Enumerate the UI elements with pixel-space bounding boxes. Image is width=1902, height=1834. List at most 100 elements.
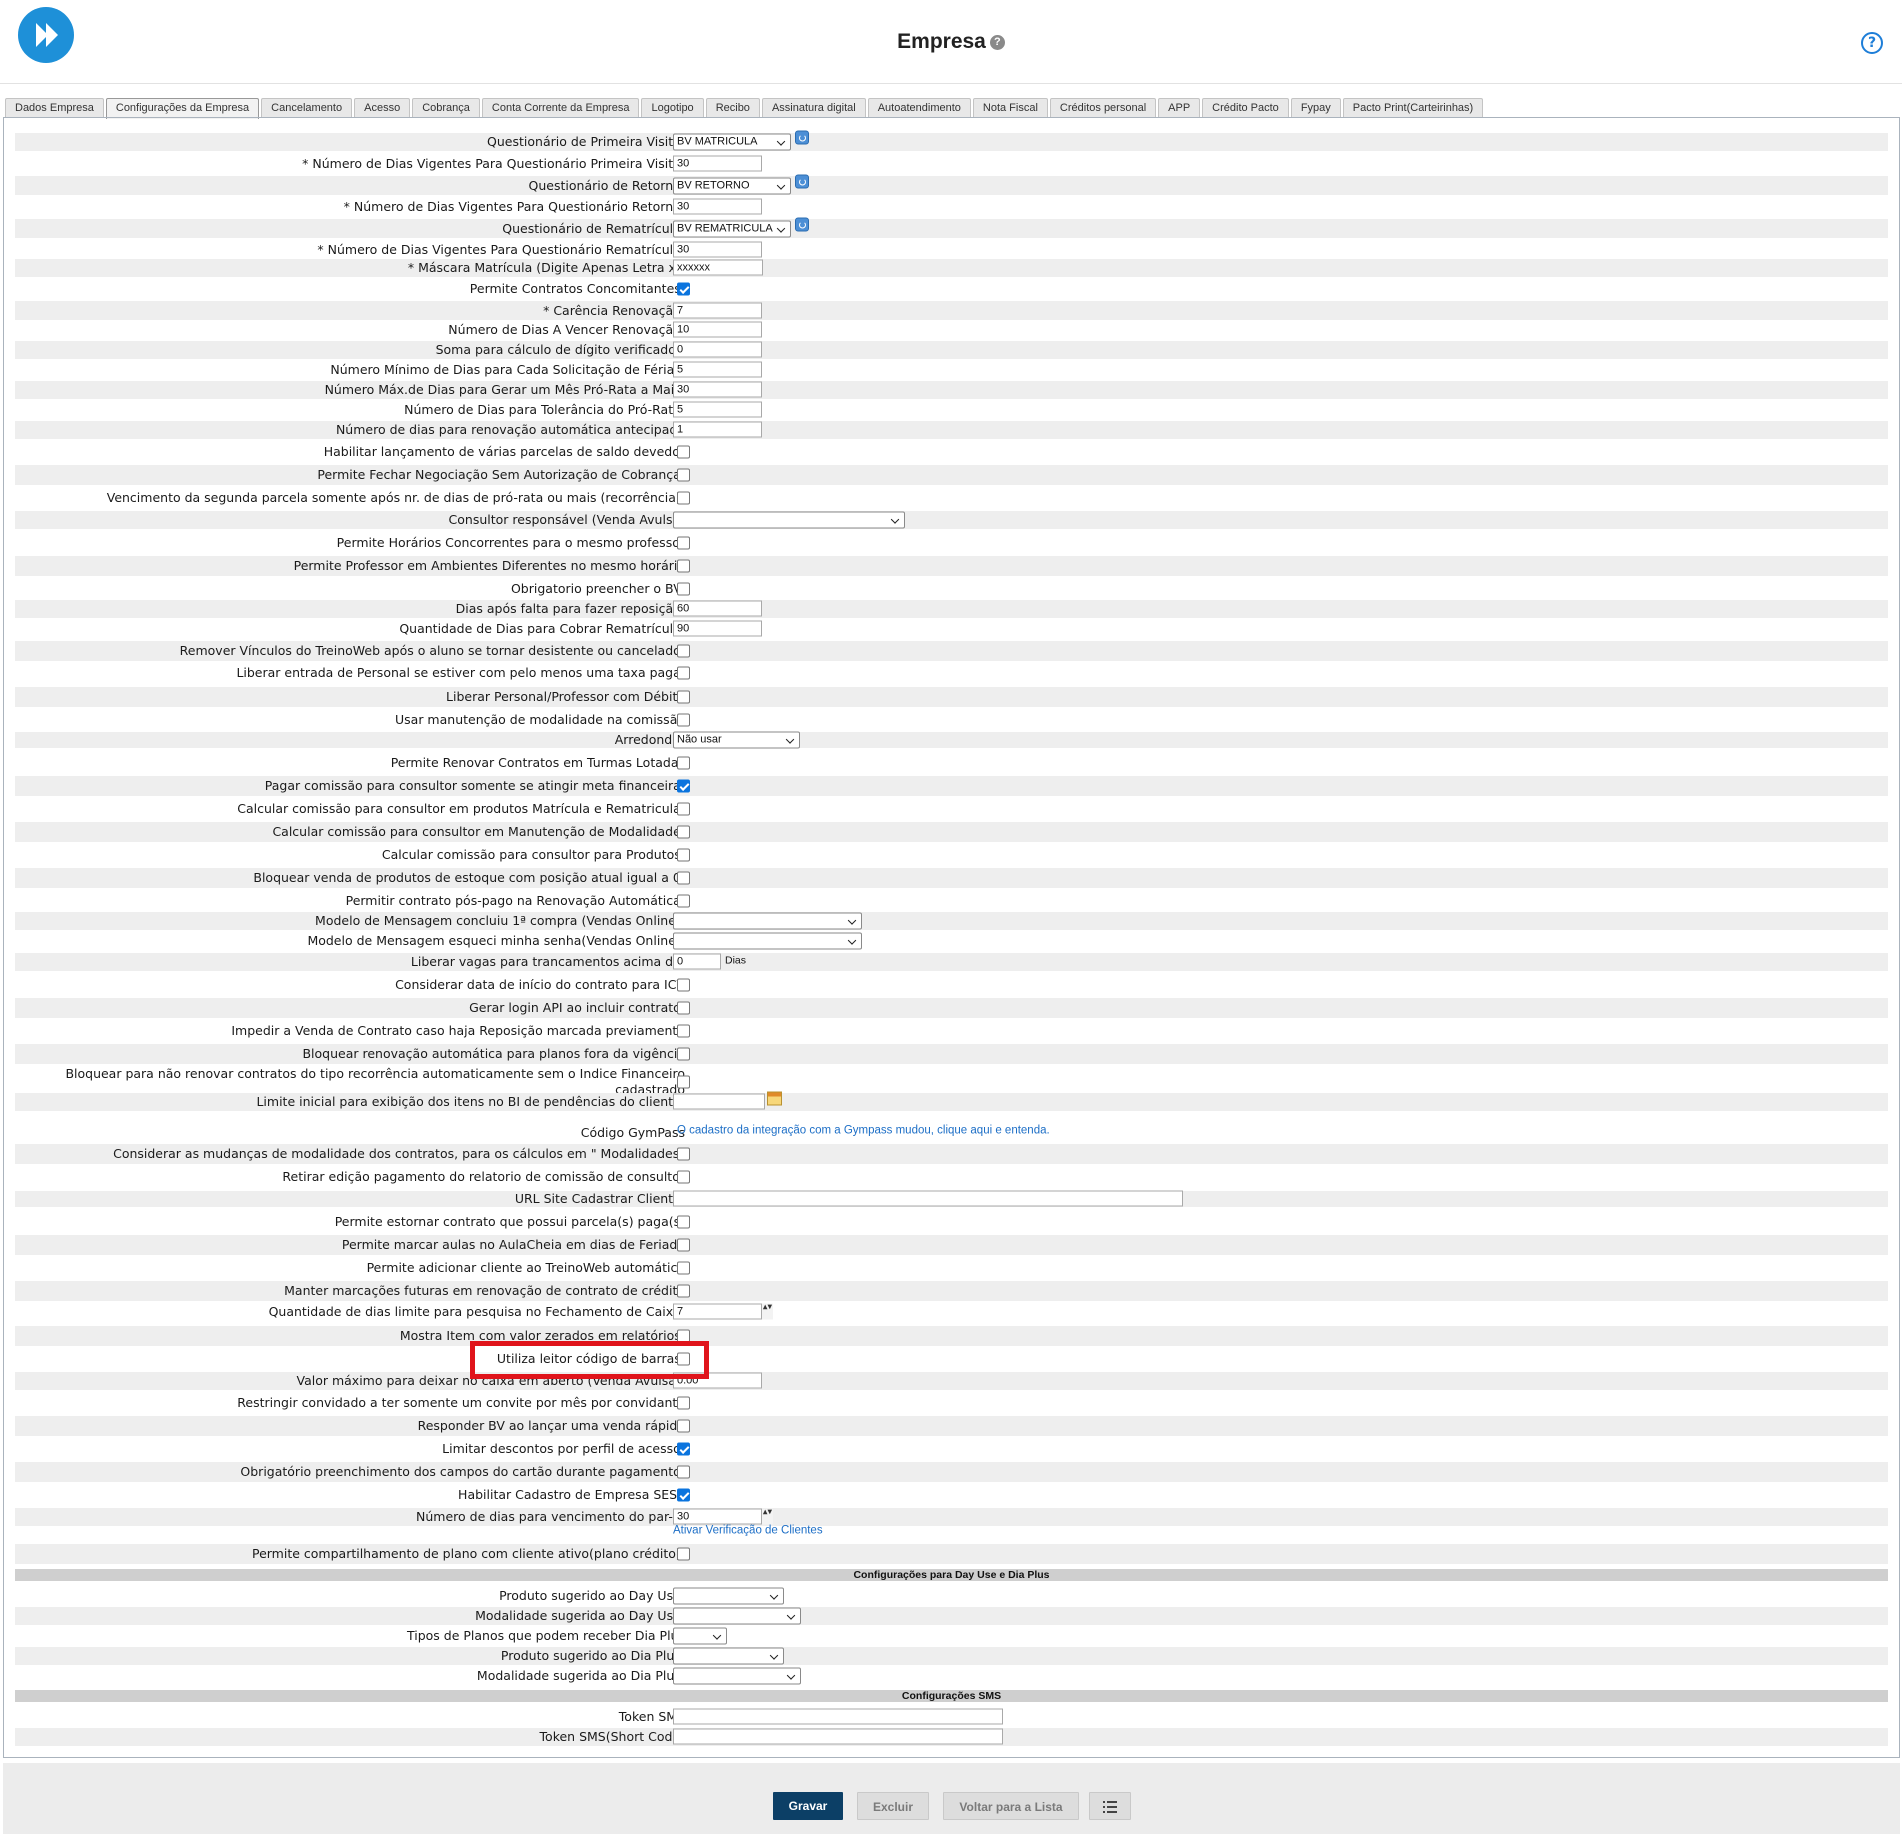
setting-checkbox[interactable] (677, 1442, 690, 1456)
setting-input[interactable]: 0 (673, 953, 721, 970)
setting-checkbox[interactable] (677, 1547, 690, 1561)
setting-input[interactable]: 7 (673, 1303, 773, 1320)
setting-input[interactable]: 1 (673, 421, 762, 438)
setting-checkbox[interactable] (677, 559, 690, 573)
setting-row-valor-maximo-para-deixar-no-caixa-em-abe: Valor máximo para deixar no caixa em abe… (15, 1372, 1888, 1390)
setting-checkbox[interactable] (677, 644, 690, 658)
tab-1[interactable]: Configurações da Empresa (105, 98, 260, 119)
tab-7[interactable]: Recibo (705, 98, 760, 118)
setting-select[interactable] (673, 1627, 727, 1645)
refresh-icon[interactable] (795, 130, 809, 145)
setting-checkbox[interactable] (677, 978, 690, 992)
setting-input[interactable] (673, 1190, 1183, 1207)
setting-checkbox[interactable] (677, 871, 690, 885)
setting-checkbox[interactable] (677, 491, 690, 505)
setting-input[interactable]: 30 (673, 198, 762, 214)
setting-input[interactable]: 7 (673, 302, 762, 318)
info-link[interactable]: Ativar Verificação de Clientes (673, 1525, 823, 1537)
info-link[interactable]: O cadastro da integração com a Gympass m… (677, 1125, 1050, 1137)
setting-checkbox[interactable] (677, 1001, 690, 1015)
setting-input[interactable]: 5 (673, 401, 762, 418)
setting-select[interactable] (673, 1607, 801, 1625)
setting-checkbox[interactable] (677, 848, 690, 862)
setting-select[interactable] (673, 912, 862, 930)
setting-input[interactable]: 30 (673, 241, 762, 257)
setting-input[interactable] (673, 1708, 1003, 1725)
setting-checkbox[interactable] (677, 1170, 690, 1184)
tab-13[interactable]: Crédito Pacto (1202, 98, 1289, 118)
back-to-list-button[interactable]: Voltar para a Lista (943, 1792, 1079, 1820)
setting-checkbox[interactable] (677, 1488, 690, 1502)
setting-select[interactable] (673, 511, 905, 529)
tab-5[interactable]: Conta Corrente da Empresa (481, 98, 640, 118)
help-icon[interactable]: ? (1861, 32, 1883, 54)
tab-8[interactable]: Assinatura digital (761, 98, 866, 118)
setting-input[interactable]: 5 (673, 361, 762, 378)
setting-input[interactable]: 30 (673, 1508, 773, 1525)
setting-checkbox[interactable] (677, 1419, 690, 1433)
tab-6[interactable]: Logotipo (641, 98, 704, 118)
setting-row-quantidade-de-dias-limite-para-pesquisa-: Quantidade de dias limite para pesquisa … (15, 1303, 1888, 1321)
title-help-icon[interactable]: ? (989, 34, 1005, 50)
tab-3[interactable]: Acesso (354, 98, 411, 118)
setting-checkbox[interactable] (677, 1075, 690, 1089)
delete-button[interactable]: Excluir (857, 1792, 929, 1820)
setting-checkbox[interactable] (677, 690, 690, 704)
tab-0[interactable]: Dados Empresa (5, 98, 104, 118)
tab-11[interactable]: Créditos personal (1049, 98, 1157, 118)
tab-4[interactable]: Cobrança (412, 98, 480, 118)
refresh-icon[interactable] (795, 217, 809, 231)
stepper-icon[interactable]: ▲▼ (761, 1508, 773, 1525)
setting-checkbox[interactable] (677, 468, 690, 482)
setting-checkbox[interactable] (677, 445, 690, 459)
setting-input[interactable]: 30 (673, 381, 762, 398)
setting-checkbox[interactable] (677, 1396, 690, 1410)
setting-input[interactable] (673, 1728, 1003, 1745)
setting-select[interactable]: Não usar (673, 731, 800, 749)
tab-10[interactable]: Nota Fiscal (972, 98, 1048, 118)
setting-input[interactable]: 60 (673, 600, 762, 617)
setting-checkbox[interactable] (677, 779, 690, 793)
tab-12[interactable]: APP (1158, 98, 1201, 118)
tab-9[interactable]: Autoatendimento (867, 98, 971, 118)
tab-15[interactable]: Pacto Print(Carteirinhas) (1342, 98, 1484, 118)
setting-input[interactable]: 10 (673, 321, 762, 338)
setting-checkbox[interactable] (677, 1215, 690, 1229)
date-input[interactable] (673, 1093, 765, 1110)
setting-checkbox[interactable] (677, 1284, 690, 1298)
setting-input[interactable]: 90 (673, 620, 762, 637)
setting-checkbox[interactable] (677, 666, 690, 680)
setting-row-permitir-contrato-pos-pago-na-renovacao-: Permitir contrato pós-pago na Renovação … (15, 891, 1888, 911)
setting-checkbox[interactable] (677, 894, 690, 908)
setting-select[interactable]: BV RETORNO (673, 177, 791, 194)
setting-checkbox[interactable] (677, 713, 690, 727)
setting-select[interactable] (673, 932, 862, 950)
setting-checkbox[interactable] (677, 1261, 690, 1275)
save-button[interactable]: Gravar (773, 1792, 843, 1820)
setting-select[interactable] (673, 1647, 784, 1665)
setting-checkbox[interactable] (677, 1147, 690, 1161)
setting-checkbox[interactable] (677, 1465, 690, 1479)
setting-select[interactable] (673, 1587, 784, 1605)
stepper-icon[interactable]: ▲▼ (761, 1303, 773, 1320)
setting-checkbox[interactable] (677, 802, 690, 816)
setting-checkbox[interactable] (677, 756, 690, 770)
setting-select[interactable]: BV MATRICULA (673, 133, 791, 151)
setting-checkbox[interactable] (677, 282, 690, 296)
refresh-icon[interactable] (795, 174, 809, 188)
setting-checkbox[interactable] (677, 1238, 690, 1252)
calendar-icon[interactable] (767, 1091, 782, 1106)
setting-input[interactable]: xxxxxx (673, 259, 763, 276)
list-button[interactable] (1089, 1792, 1131, 1820)
tab-2[interactable]: Cancelamento (261, 98, 353, 118)
setting-checkbox[interactable] (677, 825, 690, 839)
setting-checkbox[interactable] (677, 582, 690, 596)
tab-14[interactable]: Fypay (1290, 98, 1341, 118)
setting-checkbox[interactable] (677, 1047, 690, 1061)
setting-input[interactable]: 0 (673, 341, 762, 358)
setting-select[interactable]: BV REMATRICULA (673, 220, 791, 237)
setting-input[interactable]: 30 (673, 155, 762, 171)
setting-select[interactable] (673, 1667, 801, 1685)
setting-checkbox[interactable] (677, 1024, 690, 1038)
setting-checkbox[interactable] (677, 536, 690, 550)
